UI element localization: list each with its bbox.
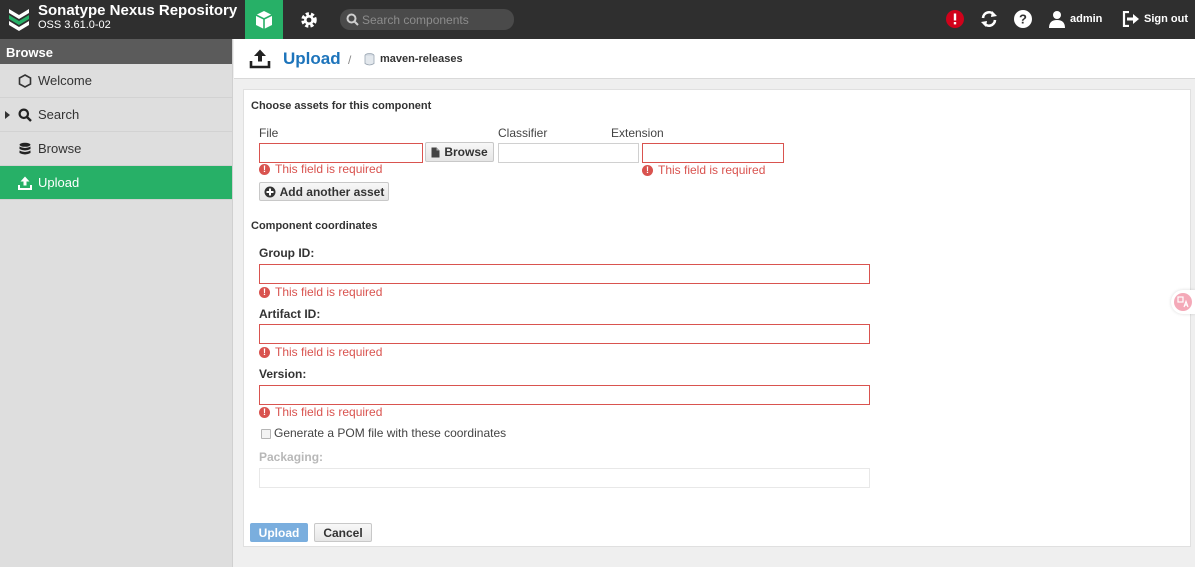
hexagon-icon bbox=[18, 74, 32, 88]
packaging-label: Packaging: bbox=[259, 450, 324, 464]
plus-circle-icon bbox=[264, 186, 276, 197]
page-title[interactable]: Upload bbox=[283, 49, 341, 69]
sidebar-item-browse[interactable]: Browse bbox=[0, 132, 232, 166]
translate-widget-button[interactable] bbox=[1171, 290, 1195, 314]
sidebar: Browse Welcome Search Browse Upload bbox=[0, 39, 233, 567]
page-header: Upload / maven-releases bbox=[234, 39, 1195, 79]
sidebar-item-upload[interactable]: Upload bbox=[0, 166, 232, 200]
sidebar-item-label: Upload bbox=[38, 175, 80, 190]
group-id-input[interactable] bbox=[259, 264, 870, 284]
assets-section-title: Choose assets for this component bbox=[251, 100, 432, 112]
nexus-logo-icon bbox=[9, 9, 29, 31]
sidebar-title: Browse bbox=[0, 39, 232, 64]
system-alert-button[interactable] bbox=[944, 8, 966, 30]
add-another-asset-button[interactable]: Add another asset bbox=[259, 182, 389, 201]
refresh-button[interactable] bbox=[978, 8, 1000, 30]
upload-icon bbox=[18, 176, 32, 190]
sidebar-item-label: Search bbox=[38, 107, 80, 122]
expand-caret-icon[interactable] bbox=[5, 111, 10, 119]
app-version: OSS 3.61.0-02 bbox=[38, 19, 111, 31]
error-icon: ! bbox=[259, 163, 270, 175]
artifact-id-input[interactable] bbox=[259, 324, 870, 344]
extension-error: ! This field is required bbox=[642, 163, 765, 177]
user-icon bbox=[1049, 11, 1065, 28]
generate-pom-checkbox[interactable] bbox=[261, 429, 271, 439]
sign-out-icon bbox=[1122, 11, 1139, 27]
sidebar-item-search[interactable]: Search bbox=[0, 98, 232, 132]
sign-out-button[interactable]: Sign out bbox=[1122, 9, 1188, 29]
error-icon: ! bbox=[259, 346, 270, 358]
svg-text:?: ? bbox=[1019, 12, 1027, 27]
version-label: Version: bbox=[259, 367, 307, 381]
version-input[interactable] bbox=[259, 385, 870, 405]
app-title: Sonatype Nexus Repository bbox=[38, 2, 238, 19]
breadcrumb-repository[interactable]: maven-releases bbox=[380, 53, 463, 65]
extension-error-text: This field is required bbox=[658, 163, 766, 177]
version-error-text: This field is required bbox=[275, 405, 383, 419]
upload-form-panel: Choose assets for this component File Cl… bbox=[243, 89, 1191, 547]
extension-input[interactable] bbox=[642, 143, 784, 163]
sidebar-item-label: Welcome bbox=[38, 73, 92, 88]
user-menu[interactable]: admin bbox=[1048, 9, 1102, 29]
brand[interactable]: Sonatype Nexus Repository OSS 3.61.0-02 bbox=[6, 2, 238, 32]
group-id-error-text: This field is required bbox=[275, 285, 383, 299]
sidebar-item-label: Browse bbox=[38, 141, 82, 156]
sign-out-label: Sign out bbox=[1144, 13, 1188, 25]
file-error-text: This field is required bbox=[275, 162, 383, 176]
cancel-button[interactable]: Cancel bbox=[314, 523, 372, 542]
admin-mode-button[interactable] bbox=[290, 0, 328, 39]
main-content: Upload / maven-releases Choose assets fo… bbox=[234, 39, 1195, 567]
classifier-input[interactable] bbox=[498, 143, 639, 163]
packaging-input bbox=[259, 468, 870, 488]
error-icon: ! bbox=[259, 406, 270, 418]
search-icon bbox=[18, 108, 32, 122]
browse-button[interactable]: Browse bbox=[425, 142, 494, 162]
artifact-id-label: Artifact ID: bbox=[259, 307, 321, 321]
upload-button[interactable]: Upload bbox=[250, 523, 308, 542]
add-another-asset-label: Add another asset bbox=[279, 184, 385, 199]
file-label: File bbox=[259, 126, 279, 140]
help-icon: ? bbox=[1014, 10, 1032, 28]
search-input[interactable] bbox=[362, 11, 510, 28]
extension-label: Extension bbox=[611, 126, 664, 140]
browse-mode-button[interactable] bbox=[245, 0, 283, 39]
upload-icon bbox=[249, 49, 271, 69]
cube-icon bbox=[255, 10, 273, 29]
artifact-id-error: ! This field is required bbox=[259, 345, 382, 359]
help-button[interactable]: ? bbox=[1012, 8, 1034, 30]
translate-icon bbox=[1174, 293, 1192, 311]
group-id-label: Group ID: bbox=[259, 246, 315, 260]
version-error: ! This field is required bbox=[259, 405, 382, 419]
refresh-icon bbox=[981, 11, 997, 27]
browse-button-label: Browse bbox=[444, 145, 488, 159]
classifier-label: Classifier bbox=[498, 126, 548, 140]
database-icon bbox=[19, 142, 31, 155]
file-error: ! This field is required bbox=[259, 162, 382, 176]
error-icon: ! bbox=[642, 164, 653, 176]
coordinates-section-title: Component coordinates bbox=[251, 220, 378, 232]
user-name: admin bbox=[1070, 13, 1103, 25]
search-icon bbox=[346, 13, 359, 26]
file-icon bbox=[431, 147, 440, 157]
file-input[interactable] bbox=[259, 143, 423, 163]
error-icon: ! bbox=[259, 286, 270, 298]
artifact-id-error-text: This field is required bbox=[275, 345, 383, 359]
group-id-error: ! This field is required bbox=[259, 285, 382, 299]
search-box[interactable] bbox=[340, 9, 514, 30]
top-header: Sonatype Nexus Repository OSS 3.61.0-02 bbox=[0, 0, 1195, 39]
repository-database-icon bbox=[364, 53, 375, 66]
sidebar-item-welcome[interactable]: Welcome bbox=[0, 64, 232, 98]
breadcrumb-separator: / bbox=[348, 53, 352, 67]
gear-icon bbox=[301, 11, 317, 28]
alert-icon bbox=[946, 10, 964, 28]
generate-pom-label[interactable]: Generate a POM file with these coordinat… bbox=[274, 426, 506, 440]
